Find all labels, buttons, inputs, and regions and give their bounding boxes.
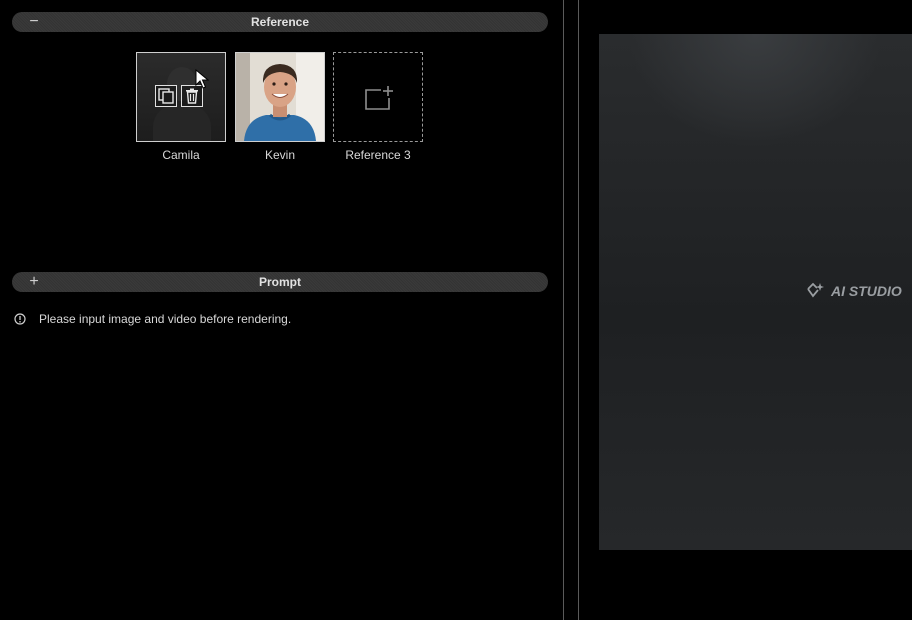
person-photo [236, 53, 324, 141]
add-reference-slot[interactable] [333, 52, 423, 142]
left-panel: − Reference Camila Kevin Reference 3 + P… [0, 0, 560, 620]
sparkle-diamond-icon [807, 282, 824, 298]
notice-text: Please input image and video before rend… [39, 312, 292, 326]
mouse-cursor-icon [195, 69, 209, 89]
prompt-title: Prompt [259, 275, 301, 289]
reference-label: Camila [162, 148, 200, 162]
reference-card-add[interactable]: Reference 3 [333, 52, 423, 162]
watermark-text: AI STUDIO [831, 283, 902, 299]
reference-thumbnail-camila[interactable] [136, 52, 226, 142]
reference-title: Reference [250, 15, 310, 29]
add-image-icon [365, 86, 393, 110]
render-notice: Please input image and video before rend… [14, 312, 291, 326]
panel-divider[interactable] [563, 0, 579, 620]
reference-header[interactable]: − Reference [12, 12, 548, 32]
reference-card-camila[interactable]: Camila [136, 52, 226, 162]
prompt-header[interactable]: + Prompt [12, 272, 548, 292]
reference-thumbnail-kevin[interactable] [235, 52, 325, 142]
reference-label: Kevin [264, 148, 296, 162]
watermark: AI STUDIO [805, 282, 902, 300]
info-icon [14, 313, 26, 325]
duplicate-icon[interactable] [155, 85, 177, 107]
preview-canvas: AI STUDIO [599, 34, 912, 550]
reference-label: Reference 3 [345, 148, 411, 162]
reference-card-kevin[interactable]: Kevin [235, 52, 325, 162]
